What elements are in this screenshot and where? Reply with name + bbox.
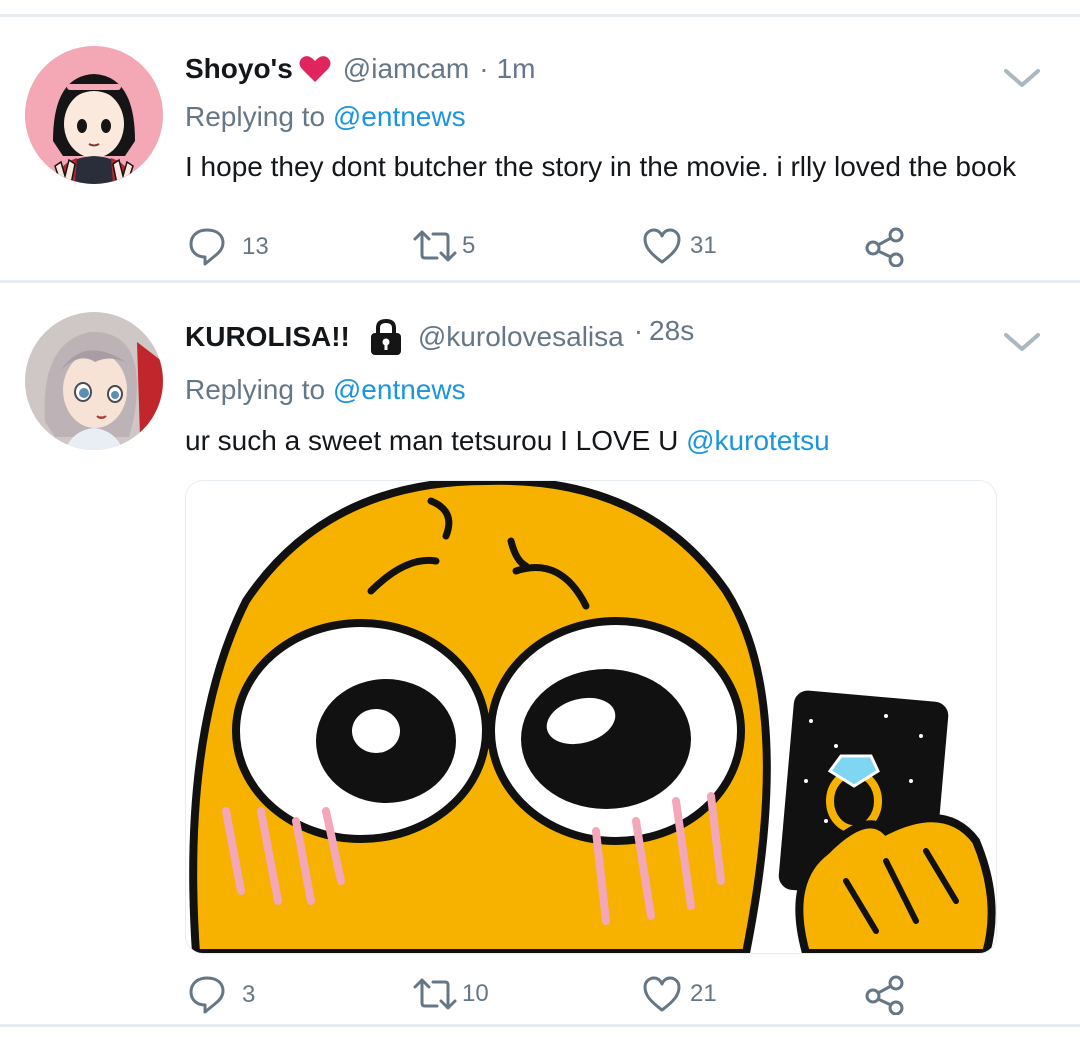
reply-count: 3	[242, 981, 256, 1008]
tweet-actions: 3 10 21	[0, 975, 1080, 1019]
like-icon	[643, 976, 681, 1012]
reply-button[interactable]: 13	[188, 227, 269, 267]
bottom-divider	[0, 1024, 1080, 1027]
tweet-header: Shoyo's @iamcam · 1m	[185, 51, 535, 87]
user-handle[interactable]: @kurolovesalisa	[418, 321, 624, 353]
replying-mention[interactable]: @entnews	[333, 101, 466, 132]
avatar-shoyo[interactable]	[25, 46, 163, 184]
share-icon	[865, 975, 904, 1015]
share-button[interactable]	[864, 227, 906, 267]
avatar-image	[25, 312, 163, 450]
retweet-count: 5	[462, 232, 476, 259]
tweet-text-mention[interactable]: @kurotetsu	[686, 425, 830, 456]
share-icon	[865, 227, 904, 267]
like-button[interactable]: 21	[642, 975, 717, 1013]
tweet-text: ur such a sweet man tetsurou I LOVE U @k…	[185, 425, 830, 457]
display-name[interactable]: KUROLISA!!	[185, 321, 350, 353]
timestamp[interactable]: 28s	[649, 315, 694, 347]
user-handle[interactable]: @iamcam	[343, 53, 469, 85]
retweet-button[interactable]: 10	[412, 977, 489, 1011]
share-button[interactable]	[864, 975, 906, 1015]
reply-icon	[189, 228, 225, 266]
media-image	[186, 481, 996, 953]
timestamp[interactable]: 1m	[497, 53, 536, 85]
replying-to: Replying to @entnews	[185, 374, 466, 406]
replying-prefix: Replying to	[185, 101, 326, 132]
replying-mention[interactable]: @entnews	[333, 374, 466, 405]
retweet-count: 10	[462, 980, 489, 1007]
like-icon	[643, 228, 681, 264]
heart-icon	[299, 55, 331, 83]
tweet-text: I hope they dont butcher the story in th…	[185, 151, 1017, 182]
replying-to: Replying to @entnews	[185, 101, 466, 133]
tweet-1[interactable]: Shoyo's @iamcam · 1m Replying to @entnew…	[0, 17, 1080, 281]
tweet-text-body: ur such a sweet man tetsurou I LOVE U	[185, 425, 679, 456]
separator-dot: ·	[479, 53, 489, 84]
like-count: 31	[690, 232, 717, 259]
reply-icon	[189, 976, 225, 1014]
separator-dot: ·	[633, 315, 644, 346]
avatar-image	[25, 46, 163, 184]
avatar-kurolisa[interactable]	[25, 312, 163, 450]
lock-icon	[368, 318, 404, 356]
retweet-button[interactable]: 5	[412, 229, 475, 263]
chevron-down-icon[interactable]	[1002, 331, 1042, 355]
tweet-2[interactable]: KUROLISA!! @kurolovesalisa · 28s Replyin…	[0, 283, 1080, 1029]
reply-count: 13	[242, 233, 269, 260]
reply-button[interactable]: 3	[188, 975, 255, 1015]
like-button[interactable]: 31	[642, 227, 717, 265]
tweet-actions: 13 5 31	[0, 227, 1080, 271]
tweet-header: KUROLISA!! @kurolovesalisa · 28s	[185, 315, 694, 356]
tweet-media[interactable]	[185, 480, 997, 954]
chevron-down-icon[interactable]	[1002, 67, 1042, 91]
display-name[interactable]: Shoyo's	[185, 53, 293, 85]
retweet-icon	[413, 230, 457, 262]
replying-prefix: Replying to	[185, 374, 326, 405]
retweet-icon	[413, 978, 457, 1010]
like-count: 21	[690, 980, 717, 1007]
